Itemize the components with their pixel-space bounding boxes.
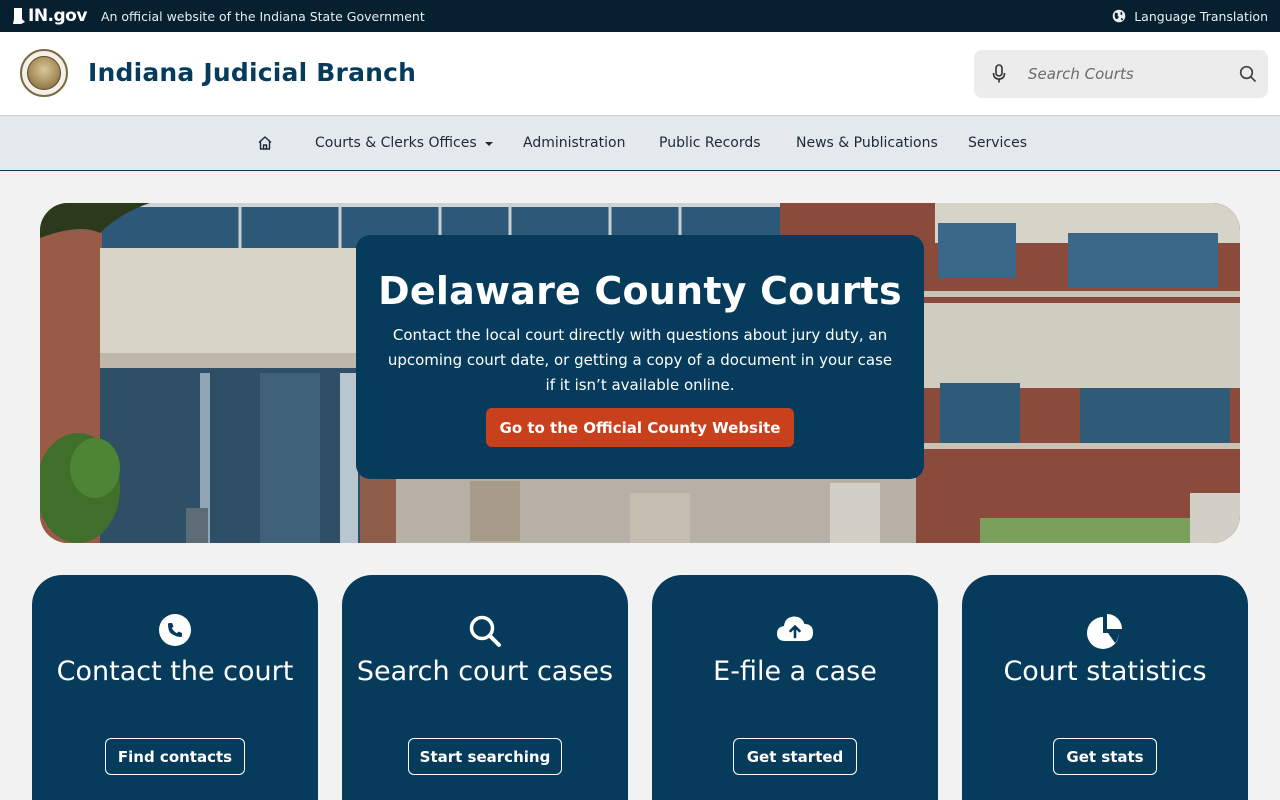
site-header: Indiana Judicial Branch (0, 32, 1280, 116)
official-banner: IN.gov An official website of the Indian… (0, 0, 1280, 32)
in-gov-logo-text: IN.gov (28, 6, 87, 26)
hero-description: Contact the local court directly with qu… (387, 326, 893, 394)
indiana-state-icon (13, 8, 25, 24)
card-stats-icon-wrap (962, 613, 1248, 649)
nav-news-publications-label: News & Publications (796, 135, 938, 151)
search-bar (974, 50, 1268, 98)
official-county-website-button[interactable]: Go to the Official County Website (486, 408, 794, 447)
nav-administration[interactable]: Administration (523, 116, 625, 170)
indiana-state-seal[interactable] (20, 49, 68, 97)
nav-news-publications[interactable]: News & Publications (796, 116, 938, 170)
get-stats-button[interactable]: Get stats (1053, 738, 1157, 775)
card-search-title: Search court cases (356, 656, 614, 687)
phone-icon (159, 614, 191, 646)
card-contact-icon-wrap (32, 613, 318, 647)
find-contacts-button[interactable]: Find contacts (105, 738, 245, 775)
card-search-icon-wrap (342, 613, 628, 649)
microphone-icon[interactable] (991, 64, 1007, 84)
nav-administration-label: Administration (523, 135, 626, 151)
chevron-down-icon (484, 142, 493, 146)
search-icon[interactable] (1239, 65, 1257, 83)
hero-banner: Delaware County Courts Contact the local… (40, 203, 1240, 543)
nav-services-label: Services (968, 135, 1028, 151)
main-nav: Courts & Clerks Offices Administration P… (0, 116, 1280, 171)
nav-public-records-label: Public Records (659, 135, 761, 151)
nav-services[interactable]: Services (968, 116, 1027, 170)
official-website-notice: An official website of the Indiana State… (100, 8, 425, 24)
nav-home[interactable] (257, 116, 273, 170)
language-translation-button[interactable]: Language Translation (1112, 0, 1268, 32)
hero-title: Delaware County Courts (378, 269, 902, 313)
card-contact-court: Contact the court Find contacts (32, 575, 318, 800)
card-court-statistics: Court statistics Get stats (962, 575, 1248, 800)
start-searching-button[interactable]: Start searching (408, 738, 562, 775)
home-icon (258, 136, 272, 150)
seal-emblem (27, 56, 61, 90)
nav-public-records[interactable]: Public Records (659, 116, 761, 170)
card-search-cases: Search court cases Start searching (342, 575, 628, 800)
hero-card: Delaware County Courts Contact the local… (356, 235, 924, 479)
language-translation-label: Language Translation (1134, 8, 1268, 24)
nav-courts-clerks-offices[interactable]: Courts & Clerks Offices (315, 116, 493, 170)
nav-courts-clerks-label: Courts & Clerks Offices (315, 135, 477, 151)
card-contact-title: Contact the court (56, 656, 294, 687)
cloud-upload-icon (777, 616, 813, 641)
in-gov-logo[interactable]: IN.gov (12, 6, 87, 26)
site-title[interactable]: Indiana Judicial Branch (88, 58, 416, 87)
card-stats-title: Court statistics (1003, 656, 1207, 687)
get-started-button[interactable]: Get started (733, 738, 857, 775)
card-efile-title: E-file a case (713, 656, 877, 687)
globe-icon (1112, 9, 1126, 23)
card-efile-icon-wrap (652, 613, 938, 645)
search-input[interactable] (1028, 62, 1228, 86)
pie-chart-icon (1087, 614, 1122, 649)
search-icon (469, 615, 501, 647)
card-efile-case: E-file a case Get started (652, 575, 938, 800)
